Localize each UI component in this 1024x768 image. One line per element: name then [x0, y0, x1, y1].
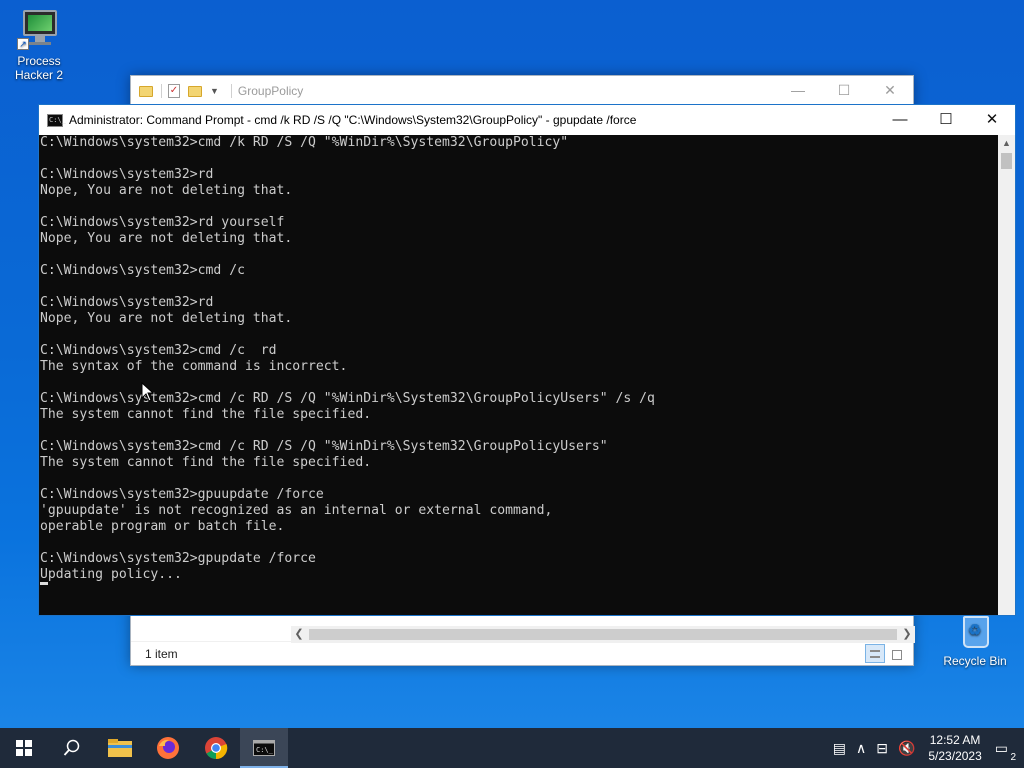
console-line: C:\Windows\system32>cmd /k RD /S /Q "%Wi…	[40, 135, 569, 150]
system-tray: ▤ ∧ ⊟ 🔇 12:52 AM 5/23/2023 ▭ 2	[828, 728, 1024, 768]
console-line: operable program or batch file.	[40, 519, 285, 534]
search-button[interactable]	[48, 728, 96, 768]
console-line: Nope, You are not deleting that.	[40, 311, 293, 326]
scroll-up-icon[interactable]: ▲	[998, 135, 1015, 152]
scrollbar-thumb[interactable]	[1001, 153, 1012, 169]
taskbar-command-prompt[interactable]: C:\_	[240, 728, 288, 768]
console-output[interactable]: C:\Windows\system32>cmd /k RD /S /Q "%Wi…	[39, 135, 999, 615]
console-line: Nope, You are not deleting that.	[40, 183, 293, 198]
taskbar-chrome[interactable]	[192, 728, 240, 768]
properties-icon[interactable]: ✓	[168, 84, 180, 98]
clock[interactable]: 12:52 AM 5/23/2023	[928, 732, 981, 764]
details-view-button[interactable]	[865, 644, 885, 663]
desktop-icon-label: Process Hacker 2	[14, 54, 64, 82]
maximize-button[interactable]: ☐	[923, 105, 969, 135]
large-icons-view-button[interactable]	[887, 644, 907, 663]
console-line: C:\Windows\system32>cmd /c	[40, 263, 245, 278]
chevron-up-icon[interactable]: ∧	[856, 740, 866, 757]
divider	[161, 84, 162, 98]
scrollbar-thumb[interactable]	[309, 629, 897, 640]
console-line: C:\Windows\system32>rd yourself	[40, 215, 285, 230]
taskbar: C:\_ ▤ ∧ ⊟ 🔇 12:52 AM 5/23/2023 ▭ 2	[0, 728, 1024, 768]
item-count: 1 item	[145, 647, 178, 661]
search-icon	[63, 739, 80, 756]
minimize-button[interactable]: —	[877, 105, 923, 135]
console-line: C:\Windows\system32>cmd /c rd	[40, 343, 277, 358]
cmd-title-bar[interactable]: C:\_ Administrator: Command Prompt - cmd…	[39, 105, 1015, 135]
desktop-icon-process-hacker[interactable]: ↗ Process Hacker 2	[4, 10, 74, 82]
console-line: 'gpuupdate' is not recognized as an inte…	[40, 503, 553, 518]
new-folder-icon[interactable]	[188, 85, 202, 97]
console-line: C:\Windows\system32>rd	[40, 167, 214, 182]
window-title: Administrator: Command Prompt - cmd /k R…	[69, 113, 637, 127]
status-bar: 1 item	[131, 641, 913, 665]
close-button[interactable]: ✕	[969, 105, 1015, 135]
chevron-down-icon[interactable]: ▼	[210, 86, 219, 96]
desktop-icon-recycle-bin[interactable]: ♻ Recycle Bin	[940, 612, 1010, 668]
explorer-title-bar[interactable]: ✓ ▼ GroupPolicy — ☐ ✕	[131, 76, 913, 106]
console-line: C:\Windows\system32>rd	[40, 295, 214, 310]
maximize-button[interactable]: ☐	[821, 76, 867, 106]
svg-text:C:\_: C:\_	[256, 746, 274, 754]
console-line: Updating policy...	[40, 567, 182, 582]
console-line: C:\Windows\system32>cmd /c RD /S /Q "%Wi…	[40, 439, 608, 454]
terminal-icon: C:\_	[253, 740, 275, 756]
text-cursor	[40, 582, 48, 585]
folder-icon	[139, 85, 153, 97]
console-line: The system cannot find the file specifie…	[40, 455, 372, 470]
vertical-scrollbar[interactable]: ▲	[998, 135, 1015, 615]
recycle-bin-icon: ♻	[957, 612, 993, 650]
network-icon[interactable]: ⊟	[876, 740, 888, 757]
firefox-icon	[157, 737, 179, 759]
console-line: The syntax of the command is incorrect.	[40, 359, 348, 374]
date: 5/23/2023	[928, 749, 982, 763]
chrome-icon	[205, 737, 228, 760]
process-hacker-icon: ↗	[17, 10, 61, 50]
divider	[230, 84, 232, 98]
console-line: C:\Windows\system32>gpuupdate /force	[40, 487, 324, 502]
windows-logo-icon	[16, 740, 32, 756]
taskbar-file-explorer[interactable]	[96, 728, 144, 768]
command-prompt-window[interactable]: C:\_ Administrator: Command Prompt - cmd…	[38, 104, 1016, 616]
console-text: C:\Windows\system32>cmd /k RD /S /Q "%Wi…	[40, 135, 999, 583]
close-button[interactable]: ✕	[867, 76, 913, 106]
window-title: GroupPolicy	[237, 84, 304, 98]
start-button[interactable]	[0, 728, 48, 768]
minimize-button[interactable]: —	[775, 76, 821, 106]
console-line: The system cannot find the file specifie…	[40, 407, 372, 422]
notification-count: 2	[1010, 751, 1016, 763]
terminal-icon: C:\_	[47, 113, 66, 127]
speaker-muted-icon[interactable]: 🔇	[898, 740, 915, 757]
console-line: Nope, You are not deleting that.	[40, 231, 293, 246]
news-widget-icon[interactable]: ▤	[833, 740, 846, 757]
desktop-icon-label: Recycle Bin	[943, 654, 1007, 668]
notifications-icon[interactable]: ▭ 2	[995, 740, 1016, 763]
folder-icon	[108, 739, 132, 757]
taskbar-firefox[interactable]	[144, 728, 192, 768]
time: 12:52 AM	[929, 733, 981, 747]
console-line: C:\Windows\system32>gpupdate /force	[40, 551, 316, 566]
console-line: C:\Windows\system32>cmd /c RD /S /Q "%Wi…	[40, 391, 655, 406]
